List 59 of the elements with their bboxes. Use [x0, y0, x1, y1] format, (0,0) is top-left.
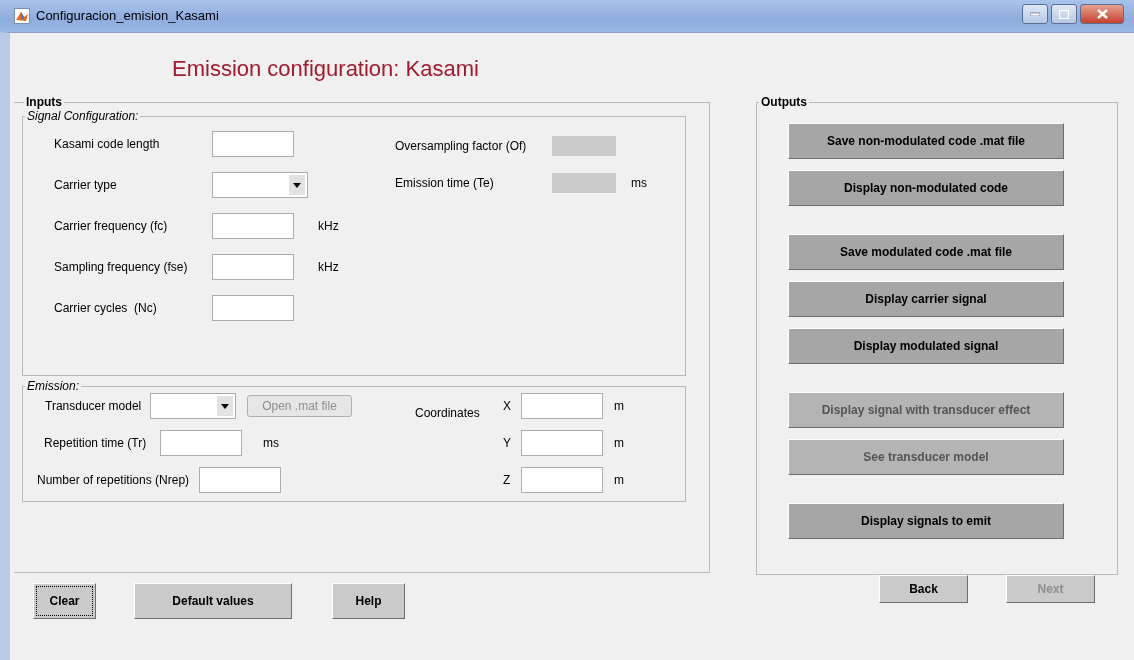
text-field[interactable]	[212, 131, 294, 157]
text-field[interactable]	[521, 393, 603, 419]
text-field[interactable]	[212, 213, 294, 239]
field-label: Sampling frequency (fse)	[54, 259, 189, 276]
field-label: Kasami code length	[54, 136, 161, 153]
field-label: Carrier frequency (fc)	[54, 218, 169, 235]
field-label: Coordinates	[415, 405, 481, 418]
field-label: Number of repetitions (Nrep)	[37, 472, 191, 489]
text-field[interactable]	[199, 467, 281, 493]
dropdown[interactable]	[150, 393, 236, 419]
text-field[interactable]	[212, 295, 294, 321]
output-button[interactable]: Display signals to emit	[788, 503, 1064, 539]
unit-label: kHz	[318, 218, 340, 235]
dropdown[interactable]	[212, 172, 308, 198]
caret-icon	[221, 403, 229, 409]
unit-label: ms	[631, 175, 647, 192]
minimize-button[interactable]	[1022, 4, 1048, 24]
unit-label: m	[614, 398, 624, 415]
panel-title: Signal Configuration:	[26, 109, 140, 123]
panel-title: Outputs	[760, 95, 808, 109]
text-field[interactable]	[521, 467, 603, 493]
close-icon	[1096, 9, 1108, 19]
unit-label: kHz	[318, 259, 340, 276]
unit-label: m	[614, 435, 624, 452]
form-heading: Emission configuration: Kasami	[172, 55, 480, 83]
axis-label: Z	[503, 472, 512, 489]
nav-button[interactable]: Back	[879, 575, 968, 603]
caret-icon	[293, 182, 301, 188]
maximize-button[interactable]	[1051, 4, 1077, 24]
app-icon	[14, 8, 30, 24]
panel-title: Inputs	[25, 95, 63, 109]
unit-label: m	[614, 472, 624, 489]
field-label: Transducer model	[45, 398, 143, 415]
field-label: Oversampling factor (Of)	[395, 138, 528, 155]
readout-field	[552, 173, 616, 193]
axis-label: X	[503, 398, 512, 415]
window-title: Configuracion_emision_Kasami	[36, 7, 219, 26]
text-field[interactable]	[212, 254, 294, 280]
output-button[interactable]: Display modulated signal	[788, 328, 1064, 364]
form-button[interactable]: Default values	[134, 583, 292, 619]
unit-label: ms	[263, 435, 279, 452]
output-button[interactable]: Display carrier signal	[788, 281, 1064, 317]
minimize-icon	[1030, 12, 1040, 16]
output-button[interactable]: Display non-modulated code	[788, 170, 1064, 206]
field-label: Carrier cycles (Nc)	[54, 300, 158, 317]
output-button[interactable]: Save non-modulated code .mat file	[788, 123, 1064, 159]
maximize-icon	[1059, 9, 1069, 19]
readout-field	[552, 136, 616, 156]
close-button[interactable]	[1080, 4, 1124, 24]
axis-label: Y	[503, 435, 512, 452]
form-button[interactable]: Help	[332, 583, 405, 619]
text-field[interactable]	[160, 430, 242, 456]
field-label: Carrier type	[54, 177, 118, 194]
field-label: Emission time (Te)	[395, 175, 495, 192]
output-button[interactable]: Save modulated code .mat file	[788, 234, 1064, 270]
form-button[interactable]: Clear	[33, 583, 96, 619]
field-label: Repetition time (Tr)	[44, 435, 148, 452]
panel-title: Emission:	[26, 379, 80, 393]
text-field[interactable]	[521, 430, 603, 456]
